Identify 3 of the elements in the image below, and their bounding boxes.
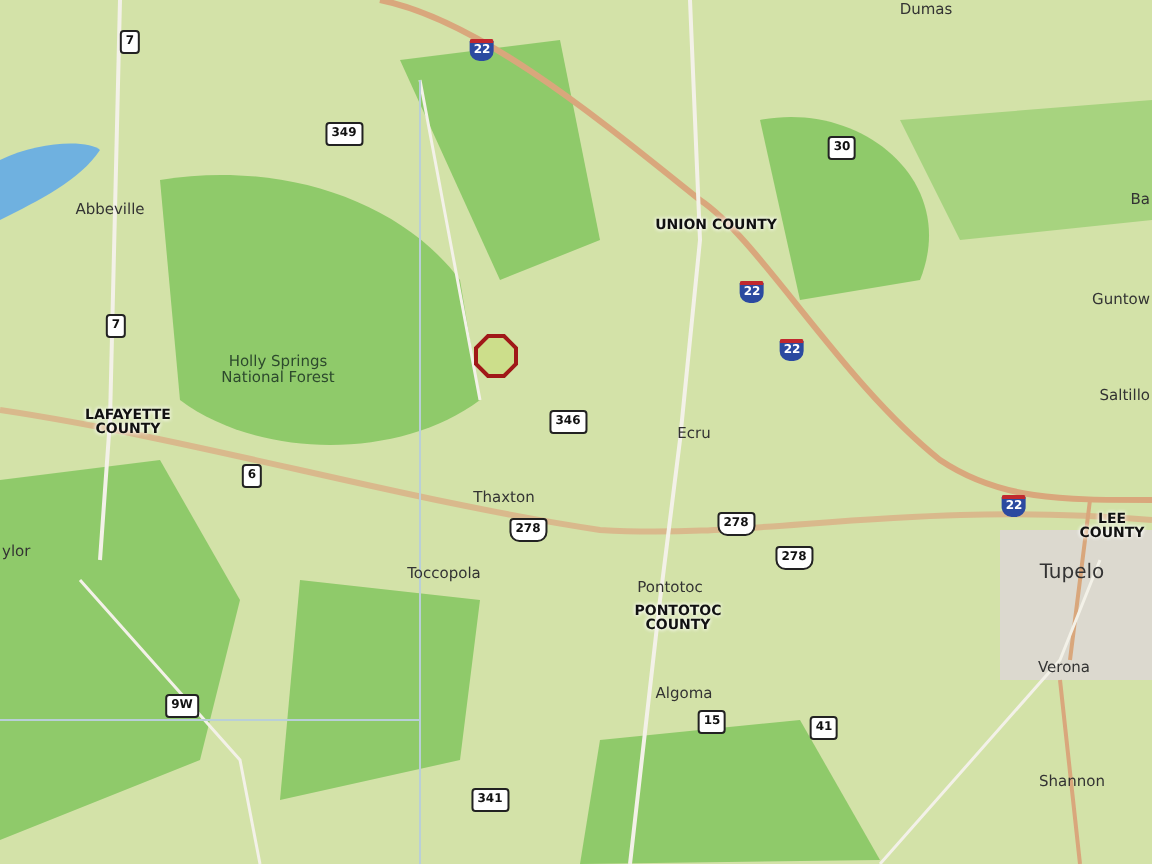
- location-marker-icon: [472, 332, 520, 380]
- town-label: Tupelo: [1039, 563, 1105, 585]
- terrain-map-drawing[interactable]: [0, 0, 1152, 864]
